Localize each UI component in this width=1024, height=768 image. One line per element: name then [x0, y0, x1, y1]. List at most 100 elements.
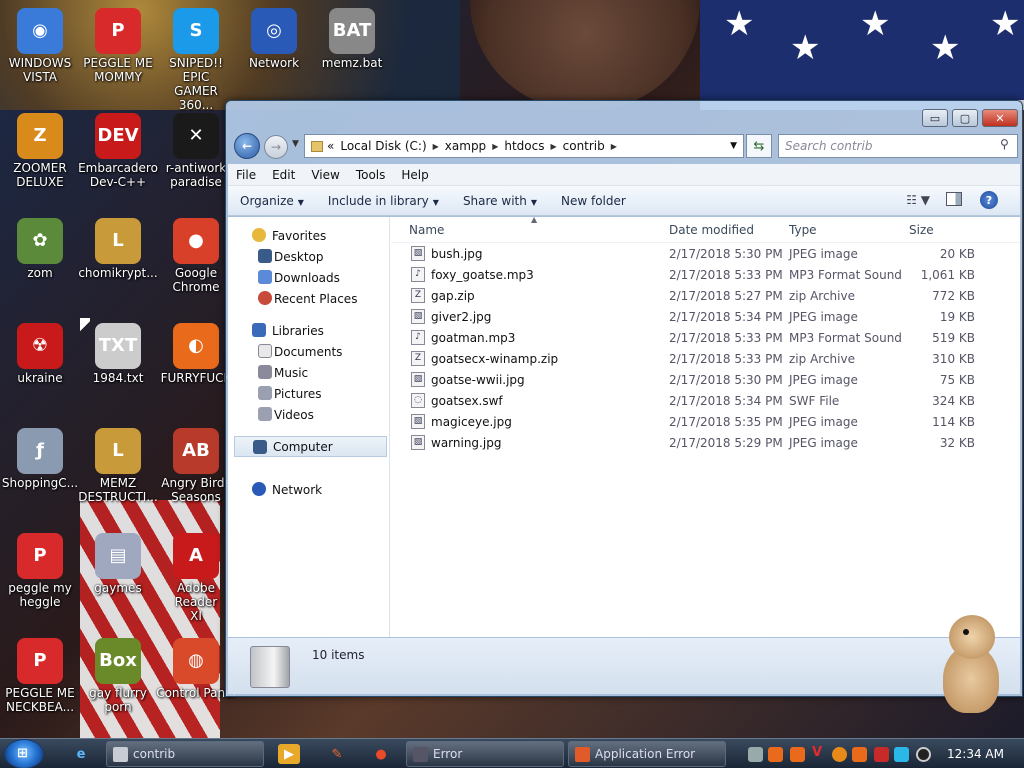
- tray-volume-icon[interactable]: [916, 747, 931, 762]
- file-row[interactable]: Zgap.zip 2/17/2018 5:27 PM zip Archive 772 …: [391, 285, 1020, 306]
- help-icon[interactable]: ?: [980, 191, 998, 209]
- desktop-icon-item[interactable]: ✿ zom: [0, 214, 80, 280]
- paint-icon[interactable]: ✎: [326, 744, 348, 764]
- clock[interactable]: 12:34 AM: [947, 747, 1004, 761]
- task-application-error[interactable]: Application Error: [568, 741, 726, 767]
- file-row[interactable]: ▧ goatse-wwii.jpg 2/17/2018 5:30 PM JPEG im…: [391, 369, 1020, 390]
- explorer-window[interactable]: ▭ ▢ ✕ ← → ▼ « Local Disk (C:) ▶ xampp ▶ ht…: [225, 100, 1023, 697]
- breadcrumb-contrib[interactable]: contrib: [563, 139, 605, 153]
- desktop-icon-item[interactable]: P PEGGLE ME MOMMY: [78, 4, 158, 84]
- desktop-icon-item[interactable]: TXT 1984.txt: [78, 319, 158, 385]
- tray-xampp-icon[interactable]: [768, 747, 783, 762]
- tray-app-icon[interactable]: [748, 747, 763, 762]
- recent-pages-dropdown-icon[interactable]: ▼: [292, 139, 299, 149]
- tray-v-icon[interactable]: V: [812, 745, 827, 760]
- breadcrumb-htdocs[interactable]: htdocs: [504, 139, 544, 153]
- tray-flag-icon[interactable]: [874, 747, 889, 762]
- desktop-icon-item[interactable]: ● Google Chrome: [156, 214, 236, 294]
- menu-tools[interactable]: Tools: [348, 168, 394, 182]
- desktop-icon-item[interactable]: ▤ gaymes: [78, 529, 158, 595]
- title-bar[interactable]: ▭ ▢ ✕: [226, 101, 1022, 131]
- file-row[interactable]: ▧ giver2.jpg 2/17/2018 5:34 PM JPEG image 19…: [391, 306, 1020, 327]
- desktop-icon-item[interactable]: AB Angry Birds Seasons: [156, 424, 236, 504]
- desktop-icon-item[interactable]: ◍ Control Panel: [156, 634, 236, 700]
- chrome-icon[interactable]: ●: [370, 744, 392, 764]
- breadcrumb-xampp[interactable]: xampp: [445, 139, 486, 153]
- nav-favorites[interactable]: Favorites: [228, 225, 389, 246]
- desktop-icon-item[interactable]: P PEGGLE ME NECKBEA...: [0, 634, 80, 714]
- tray-xampp-icon[interactable]: [852, 747, 867, 762]
- breadcrumb-local-disk[interactable]: Local Disk (C:): [340, 139, 426, 153]
- column-date[interactable]: Date modified: [669, 223, 754, 237]
- column-size[interactable]: Size: [909, 223, 934, 237]
- nav-libraries[interactable]: Libraries: [228, 320, 389, 341]
- desktop-icon-item[interactable]: ☢ ukraine: [0, 319, 80, 385]
- desktop-icon-item[interactable]: Lchomikrypt...: [78, 214, 158, 280]
- desktop-icon-item[interactable]: S SNIPED!! EPIC GAMER 360...: [156, 4, 236, 112]
- tray-search-icon[interactable]: [832, 747, 847, 762]
- breadcrumb-arrow-icon[interactable]: ▶: [550, 142, 556, 151]
- breadcrumb-arrow-icon[interactable]: ▶: [433, 142, 439, 151]
- new-folder-button[interactable]: New folder: [549, 194, 638, 208]
- nav-music[interactable]: Music: [228, 362, 389, 383]
- forward-button[interactable]: →: [264, 135, 288, 159]
- preview-pane-icon[interactable]: [946, 192, 962, 206]
- change-view-icon[interactable]: ☷ ▼: [906, 193, 930, 207]
- nav-desktop[interactable]: Desktop: [228, 246, 389, 267]
- file-row[interactable]: ♪ goatman.mp3 2/17/2018 5:33 PM MP3 Format …: [391, 327, 1020, 348]
- tray-network-icon[interactable]: [894, 747, 909, 762]
- nav-network[interactable]: Network: [228, 479, 389, 500]
- minimize-button[interactable]: ▭: [922, 109, 948, 127]
- hamster-desktop-pet[interactable]: [935, 615, 1005, 715]
- file-row[interactable]: ▧ magiceye.jpg 2/17/2018 5:35 PM JPEG image…: [391, 411, 1020, 432]
- menu-edit[interactable]: Edit: [264, 168, 303, 182]
- nav-documents[interactable]: Documents: [228, 341, 389, 362]
- column-name[interactable]: Name: [409, 223, 444, 237]
- desktop-icon-item[interactable]: ✕ r-antiwork paradise: [156, 109, 236, 189]
- desktop-icon-item[interactable]: Z ZOOMER DELUXE: [0, 109, 80, 189]
- file-row[interactable]: Zgoatsecx-winamp.zip 2/17/2018 5:33 PM zip…: [391, 348, 1020, 369]
- organize-button[interactable]: Organize ▼: [228, 194, 316, 208]
- start-button[interactable]: ⊞: [4, 739, 44, 768]
- search-icon[interactable]: ⚲: [1000, 137, 1009, 151]
- desktop-icon-item[interactable]: ◐ FURRYFUCK: [156, 319, 236, 385]
- file-row[interactable]: ▧ bush.jpg 2/17/2018 5:30 PM JPEG image 20 K…: [391, 243, 1020, 264]
- address-overflow[interactable]: «: [327, 139, 334, 153]
- file-row[interactable]: ▧ warning.jpg 2/17/2018 5:29 PM JPEG image 3…: [391, 432, 1020, 453]
- search-input[interactable]: Search contrib: [778, 134, 1018, 158]
- back-button[interactable]: ←: [234, 133, 260, 159]
- media-player-icon[interactable]: ▶: [278, 744, 300, 764]
- desktop-icon-item[interactable]: ƒ ShoppingC...: [0, 424, 80, 490]
- column-type[interactable]: Type: [789, 223, 817, 237]
- tray-xampp-icon[interactable]: [790, 747, 805, 762]
- include-in-library-button[interactable]: Include in library ▼: [316, 194, 451, 208]
- refresh-button[interactable]: ⇆: [746, 134, 772, 158]
- task-contrib[interactable]: contrib: [106, 741, 264, 767]
- maximize-button[interactable]: ▢: [952, 109, 978, 127]
- menu-file[interactable]: File: [228, 168, 264, 182]
- file-row[interactable]: ◌ goatsex.swf 2/17/2018 5:34 PM SWF File 324…: [391, 390, 1020, 411]
- address-dropdown-icon[interactable]: ▼: [730, 141, 737, 151]
- nav-pictures[interactable]: Pictures: [228, 383, 389, 404]
- nav-computer[interactable]: Computer: [234, 436, 387, 457]
- close-button[interactable]: ✕: [982, 109, 1018, 127]
- desktop-icon-item[interactable]: Ppeggle my heggle: [0, 529, 80, 609]
- share-with-button[interactable]: Share with ▼: [451, 194, 549, 208]
- menu-help[interactable]: Help: [393, 168, 436, 182]
- internet-explorer-icon[interactable]: e: [70, 744, 92, 764]
- breadcrumb-arrow-icon[interactable]: ▶: [611, 142, 617, 151]
- menu-view[interactable]: View: [303, 168, 347, 182]
- breadcrumb-arrow-icon[interactable]: ▶: [492, 142, 498, 151]
- nav-videos[interactable]: Videos: [228, 404, 389, 425]
- address-bar[interactable]: « Local Disk (C:) ▶ xampp ▶ htdocs ▶ contri…: [304, 134, 744, 158]
- desktop-icon-item[interactable]: ◎ Network: [234, 4, 314, 70]
- file-row[interactable]: ♪ foxy_goatse.mp3 2/17/2018 5:33 PM MP3 For…: [391, 264, 1020, 285]
- desktop-icon-item[interactable]: Box gay flurry porn: [78, 634, 158, 714]
- desktop-icon-item[interactable]: DEV Embarcadero Dev-C++: [78, 109, 158, 189]
- desktop-icon-item[interactable]: A Adobe Reader XI: [156, 529, 236, 623]
- desktop-icon-item[interactable]: ◉ WINDOWS VISTA: [0, 4, 80, 84]
- nav-recent-places[interactable]: Recent Places: [228, 288, 389, 309]
- nav-downloads[interactable]: Downloads: [228, 267, 389, 288]
- task-error[interactable]: Error: [406, 741, 564, 767]
- desktop-icon-item[interactable]: BAT memz.bat: [312, 4, 392, 70]
